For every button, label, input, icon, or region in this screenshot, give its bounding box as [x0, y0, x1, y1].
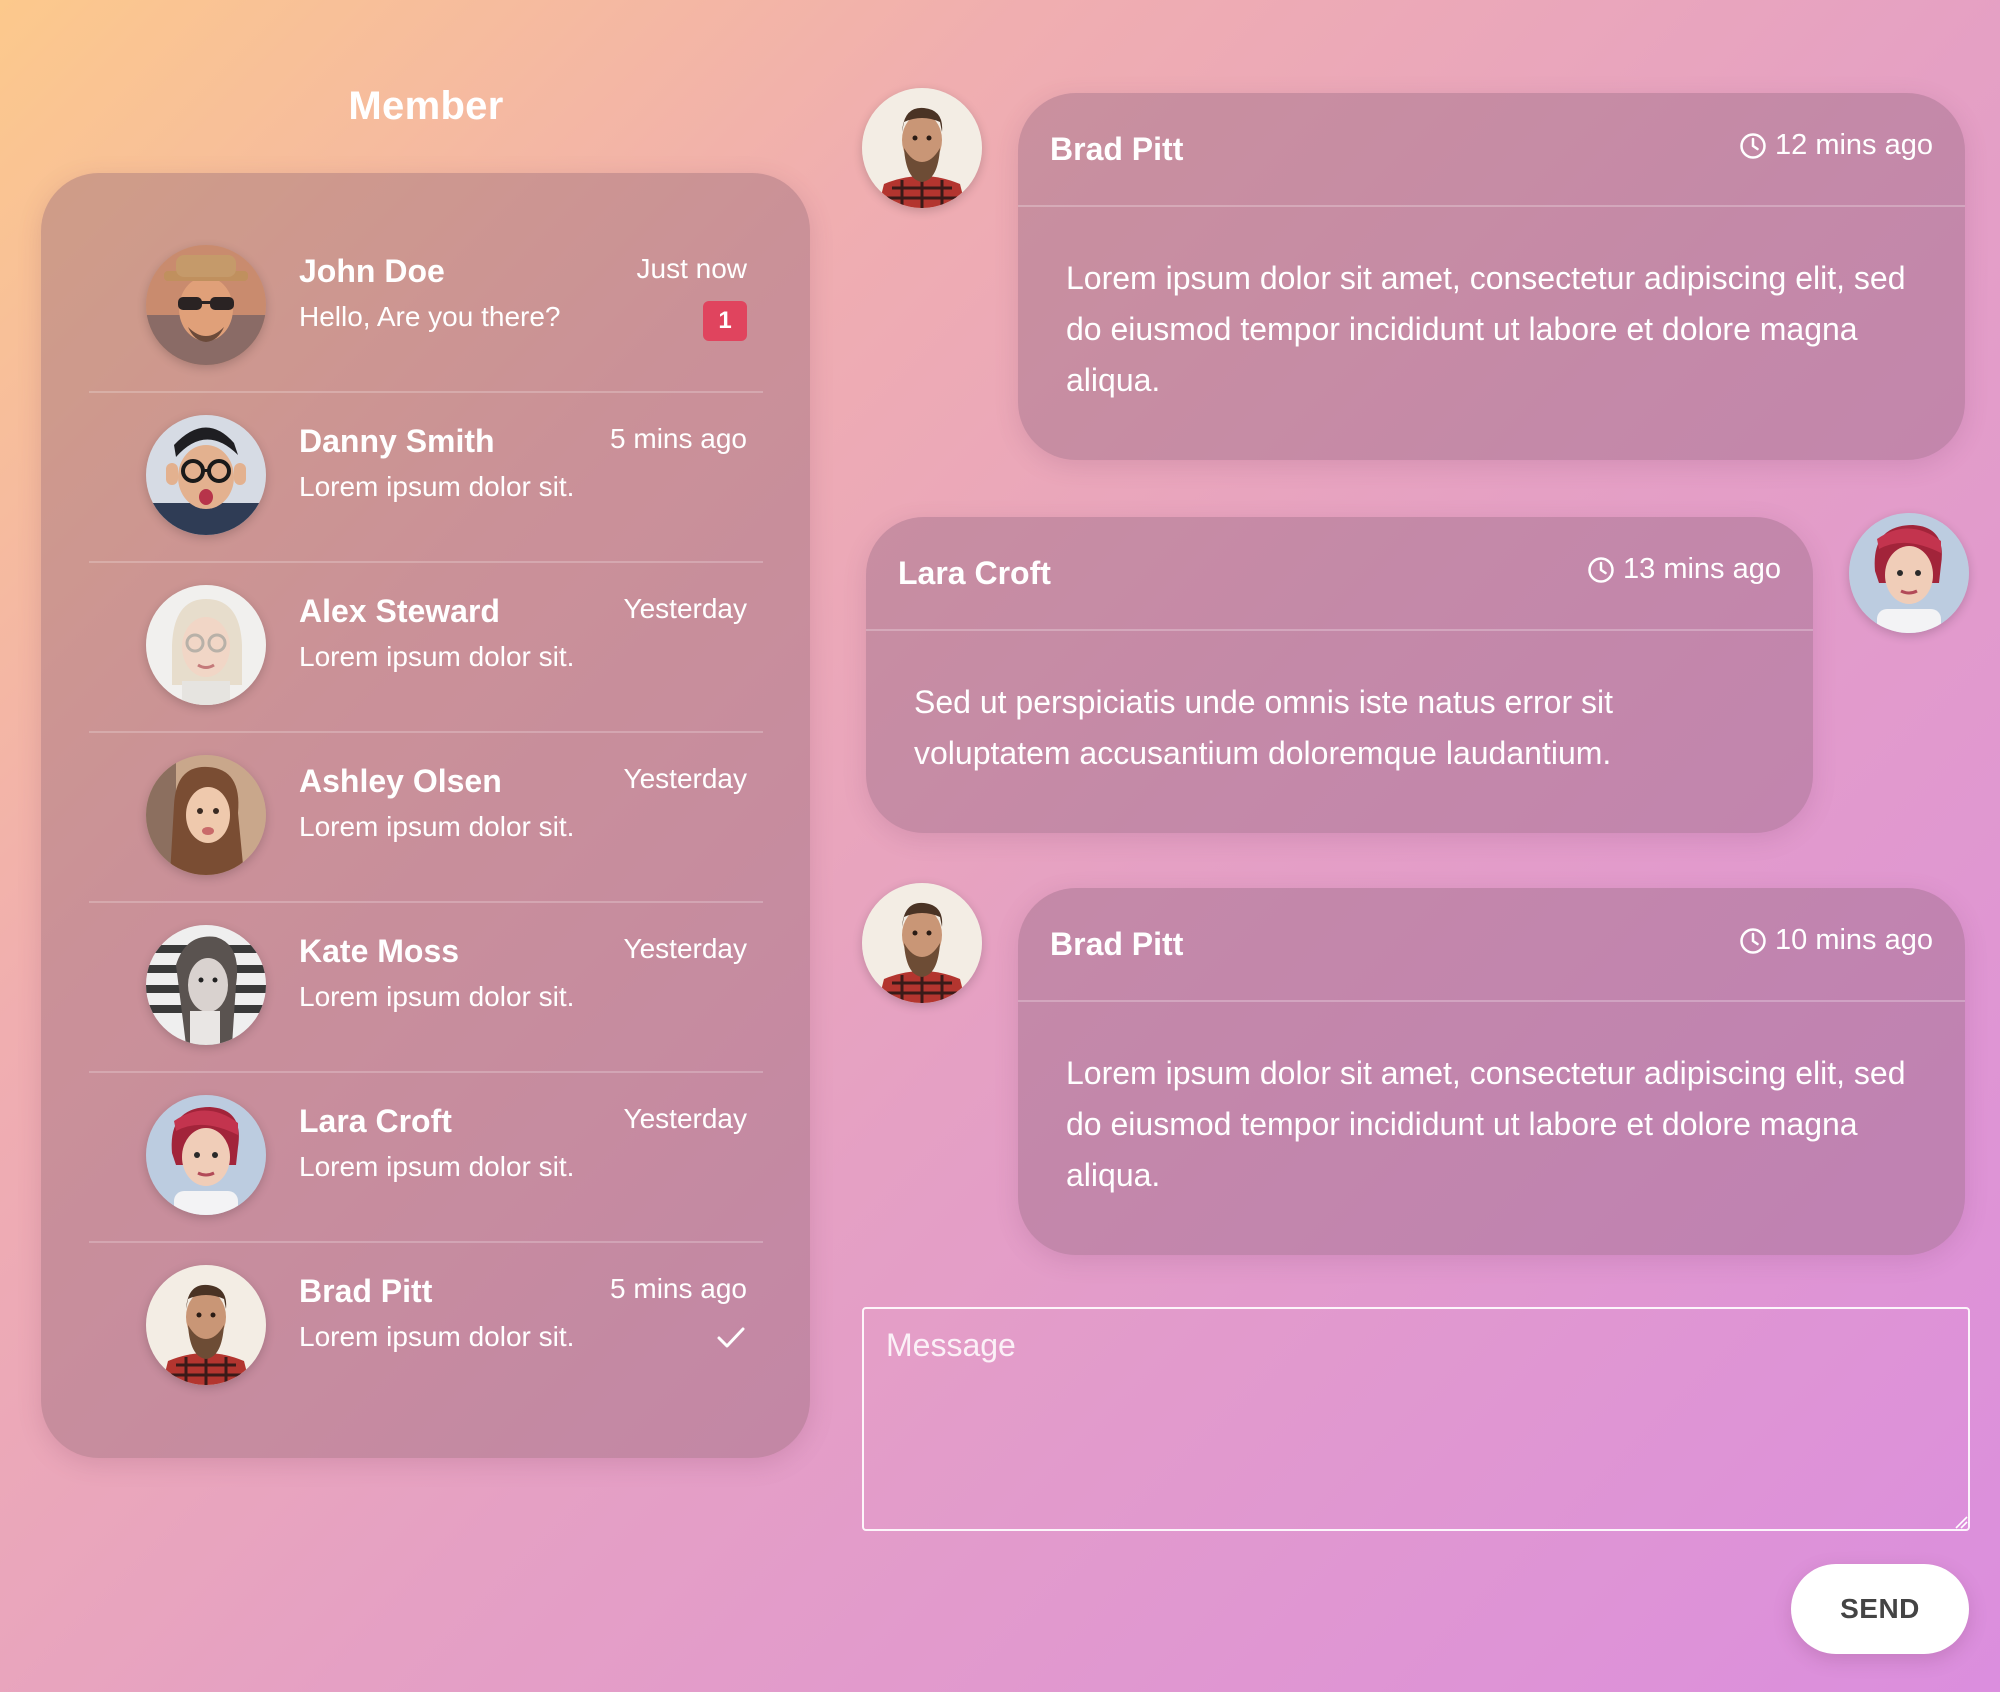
- member-name: John Doe: [299, 253, 445, 289]
- check-icon: [717, 1327, 745, 1348]
- chat-message-text: Sed ut perspiciatis unde omnis iste natu…: [914, 684, 1613, 771]
- member-preview: Hello, Are you there?: [299, 301, 561, 332]
- member-item-ashley-olsen[interactable]: Ashley Olsen Lorem ipsum dolor sit. Yest…: [89, 733, 763, 903]
- chat-time-text: 12 mins ago: [1775, 129, 1933, 161]
- chat-time-text: 13 mins ago: [1623, 553, 1781, 585]
- member-name: Lara Croft: [299, 1103, 452, 1139]
- clock-icon: [1740, 132, 1766, 159]
- avatar-image-brad-pitt: [862, 883, 982, 1003]
- member-item-lara-croft[interactable]: Lara Croft Lorem ipsum dolor sit. Yester…: [89, 1073, 763, 1243]
- unread-badge: 1: [703, 301, 747, 341]
- chat-timestamp: 13 mins ago: [1587, 553, 1781, 586]
- member-list-panel: John Doe Hello, Are you there? Just now …: [41, 173, 810, 1458]
- avatar: [146, 415, 266, 535]
- member-list: John Doe Hello, Are you there? Just now …: [89, 223, 763, 1413]
- chat-message-text: Lorem ipsum dolor sit amet, consectetur …: [1066, 1055, 1906, 1193]
- avatar: [146, 755, 266, 875]
- member-time: 5 mins ago: [610, 423, 747, 454]
- avatar-image-lara-croft: [1849, 513, 1969, 633]
- chat-message-card: Lara Croft 13 mins ago Sed ut perspiciat…: [866, 517, 1813, 833]
- member-name: Brad Pitt: [299, 1273, 433, 1309]
- avatar-image-john-doe: [146, 245, 266, 365]
- member-time: Yesterday: [623, 1103, 748, 1134]
- member-preview: Lorem ipsum dolor sit.: [299, 811, 575, 842]
- member-preview: Lorem ipsum dolor sit.: [299, 981, 575, 1012]
- chat-message-card: Brad Pitt 10 mins ago Lorem ipsum dolor …: [1018, 888, 1965, 1255]
- chat-sender-name: Brad Pitt: [1050, 131, 1184, 167]
- avatar: [146, 1265, 266, 1385]
- clock-icon: [1588, 556, 1614, 583]
- member-item-danny-smith[interactable]: Danny Smith Lorem ipsum dolor sit. 5 min…: [89, 393, 763, 563]
- member-name: Ashley Olsen: [299, 763, 502, 799]
- avatar-brad-pitt: [862, 883, 982, 1003]
- member-time: Yesterday: [623, 593, 748, 624]
- avatar-image-kate-moss: [146, 925, 266, 1045]
- member-preview: Lorem ipsum dolor sit.: [299, 1321, 575, 1352]
- avatar-image-brad-pitt: [146, 1265, 266, 1385]
- chat-message-text: Lorem ipsum dolor sit amet, consectetur …: [1066, 260, 1906, 398]
- chat-message-header: Brad Pitt 10 mins ago: [1018, 888, 1965, 1002]
- member-item-brad-pitt[interactable]: Brad Pitt Lorem ipsum dolor sit. 5 mins …: [89, 1243, 763, 1413]
- avatar: [146, 245, 266, 365]
- member-time: Yesterday: [623, 763, 748, 794]
- member-name: Kate Moss: [299, 933, 460, 969]
- member-name: Danny Smith: [299, 423, 495, 459]
- member-time: Yesterday: [623, 933, 748, 964]
- avatar-image-brad-pitt: [862, 88, 982, 208]
- chat-timestamp: 10 mins ago: [1739, 924, 1933, 957]
- chat-sender-name: Lara Croft: [898, 555, 1051, 591]
- message-input[interactable]: [862, 1307, 1970, 1531]
- chat-sender-name: Brad Pitt: [1050, 926, 1184, 962]
- avatar-image-alex-steward: [146, 585, 266, 705]
- avatar: [146, 585, 266, 705]
- avatar-image-danny-smith: [146, 415, 266, 535]
- resize-grip-icon[interactable]: [1954, 1515, 1968, 1529]
- chat-message-card: Brad Pitt 12 mins ago Lorem ipsum dolor …: [1018, 93, 1965, 460]
- avatar: [146, 925, 266, 1045]
- clock-icon: [1740, 927, 1766, 954]
- avatar-brad-pitt: [862, 88, 982, 208]
- member-item-john-doe[interactable]: John Doe Hello, Are you there? Just now …: [89, 223, 763, 393]
- member-preview: Lorem ipsum dolor sit.: [299, 641, 575, 672]
- member-preview: Lorem ipsum dolor sit.: [299, 471, 575, 502]
- member-time: Just now: [636, 253, 748, 284]
- chat-message-header: Brad Pitt 12 mins ago: [1018, 93, 1965, 207]
- chat-timestamp: 12 mins ago: [1739, 129, 1933, 162]
- avatar: [146, 1095, 266, 1215]
- member-title: Member: [348, 84, 504, 128]
- member-name: Alex Steward: [299, 593, 500, 629]
- chat-time-text: 10 mins ago: [1775, 924, 1933, 956]
- member-time: 5 mins ago: [610, 1273, 747, 1304]
- avatar-image-lara-croft: [146, 1095, 266, 1215]
- member-item-alex-steward[interactable]: Alex Steward Lorem ipsum dolor sit. Yest…: [89, 563, 763, 733]
- member-item-kate-moss[interactable]: Kate Moss Lorem ipsum dolor sit. Yesterd…: [89, 903, 763, 1073]
- member-preview: Lorem ipsum dolor sit.: [299, 1151, 575, 1182]
- avatar-image-ashley-olsen: [146, 755, 266, 875]
- chat-message-header: Lara Croft 13 mins ago: [866, 517, 1813, 631]
- avatar-lara-croft: [1849, 513, 1969, 633]
- send-button[interactable]: SEND: [1791, 1564, 1969, 1654]
